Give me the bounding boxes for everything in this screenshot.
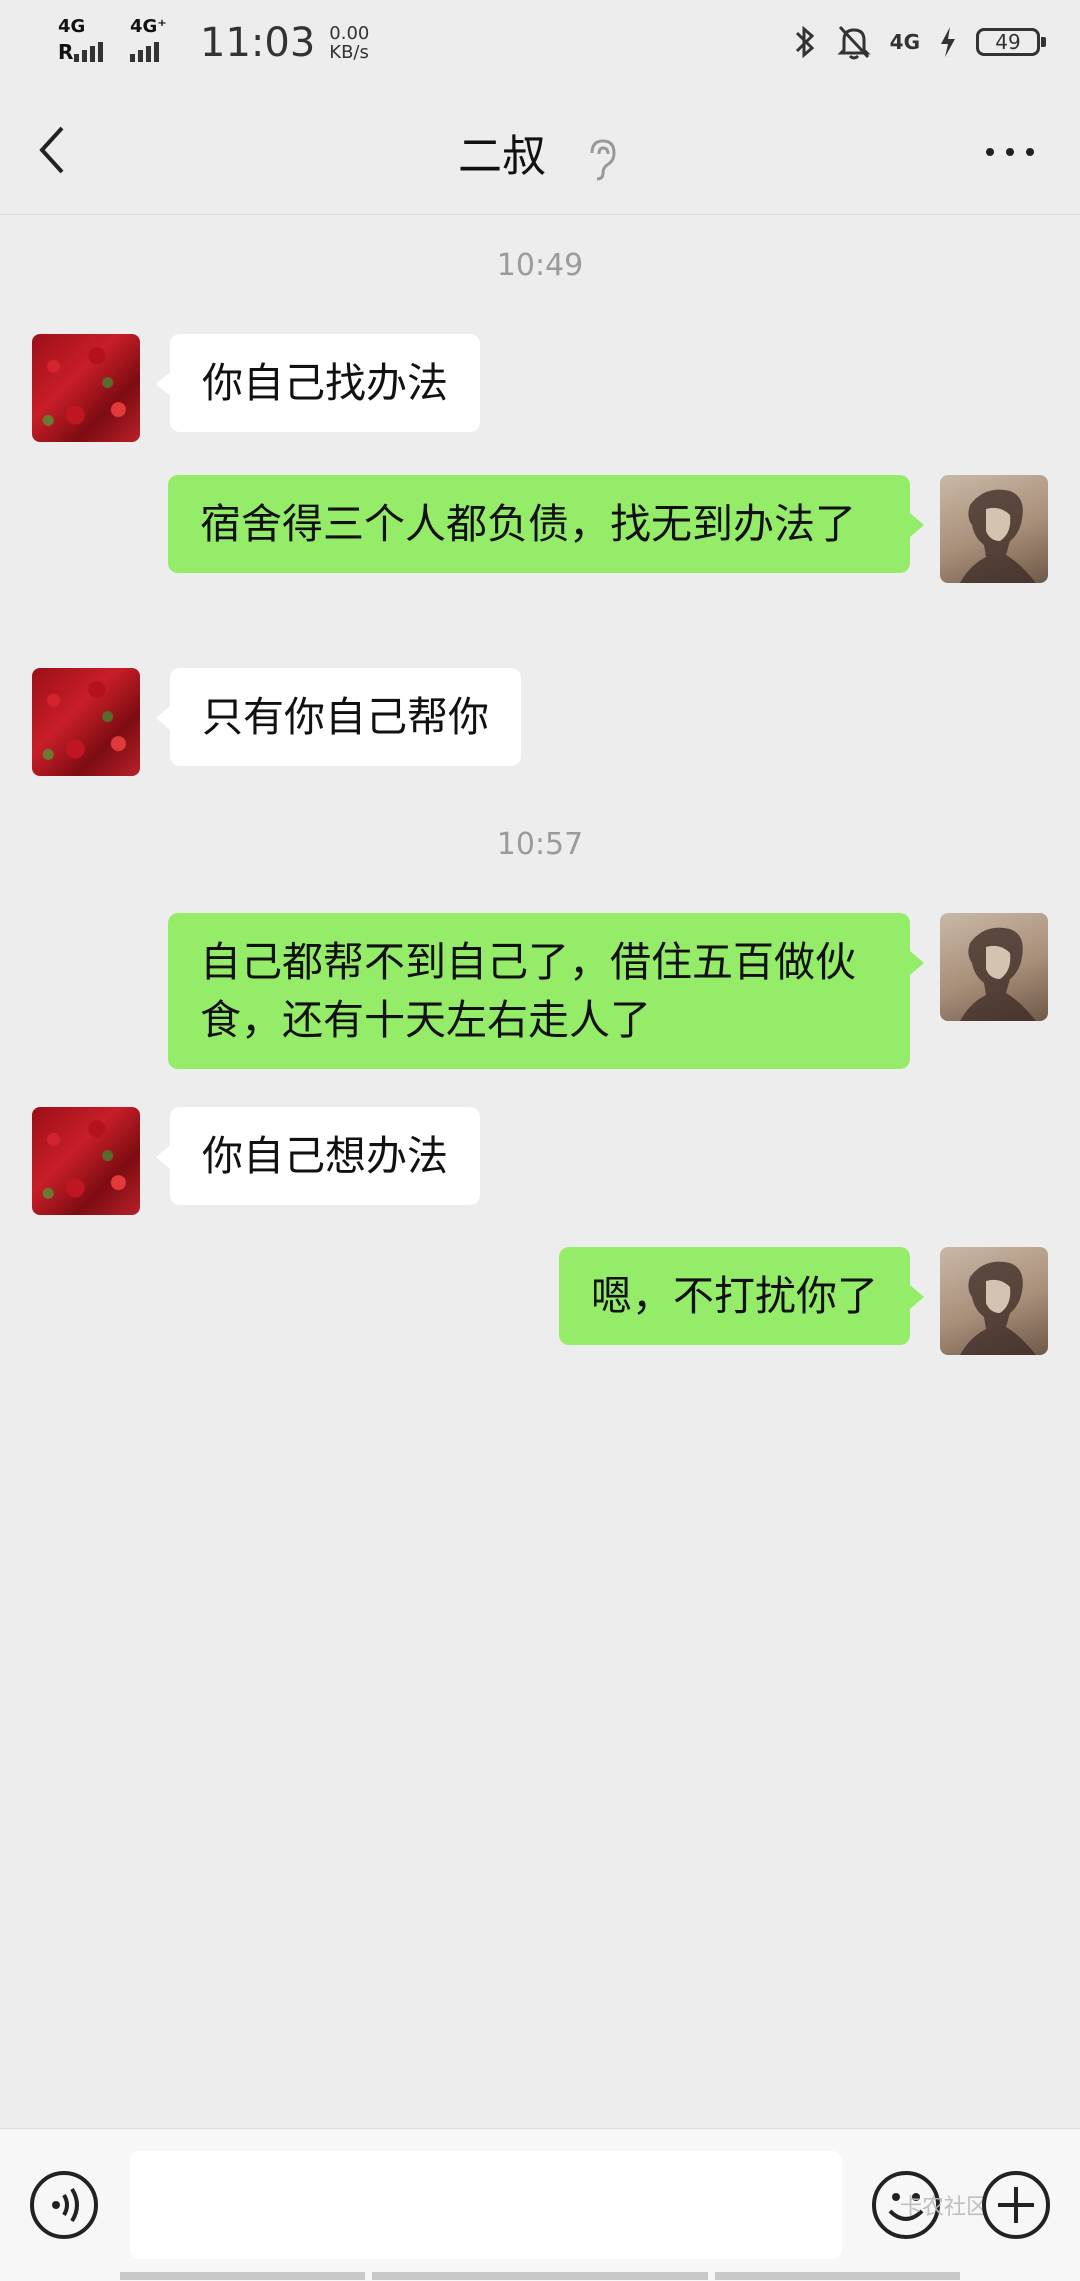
plus-more-icon[interactable] bbox=[980, 2169, 1052, 2241]
portrait-sketch-icon bbox=[960, 489, 1036, 583]
portrait-sketch-icon bbox=[960, 927, 1036, 1021]
status-time: 11:03 bbox=[200, 20, 316, 66]
contact-avatar[interactable] bbox=[32, 668, 140, 776]
timestamp: 10:57 bbox=[496, 827, 584, 862]
speed-unit: KB/s bbox=[329, 42, 369, 63]
status-left: 4G R 4G⁺ 11:03 0.00 KB/s bbox=[56, 18, 369, 68]
input-bar: 卡农社区 bbox=[0, 2128, 1080, 2281]
chat-header: 二叔 bbox=[0, 84, 1080, 215]
outgoing-message[interactable]: 自己都帮不到自己了，借住五百做伙食，还有十天左右走人了 bbox=[168, 913, 924, 1069]
user-avatar[interactable] bbox=[940, 1247, 1048, 1355]
roaming-indicator: R bbox=[58, 40, 74, 64]
mobile-data-label: 4G bbox=[889, 30, 920, 54]
timestamp: 10:49 bbox=[496, 248, 584, 283]
nav-bar-segment bbox=[120, 2272, 365, 2280]
mute-bell-icon bbox=[837, 25, 871, 60]
status-right: 4G 49 bbox=[792, 20, 1046, 64]
bluetooth-icon bbox=[795, 25, 814, 59]
incoming-message[interactable]: 你自己想办法 bbox=[156, 1107, 480, 1205]
signal-sim2-icon: 4G⁺ bbox=[128, 18, 186, 68]
chat-title-wrap: 二叔 bbox=[0, 120, 1080, 184]
user-avatar[interactable] bbox=[940, 913, 1048, 1021]
contact-avatar[interactable] bbox=[32, 334, 140, 442]
network-speed: 0.00 KB/s bbox=[329, 24, 369, 62]
portrait-sketch-icon bbox=[960, 1261, 1036, 1355]
voice-input-icon[interactable] bbox=[28, 2169, 100, 2241]
nav-bar-segment bbox=[715, 2272, 960, 2280]
speed-value: 0.00 bbox=[329, 23, 370, 44]
earpiece-mode-icon bbox=[590, 139, 616, 181]
nav-bar-segment bbox=[372, 2272, 708, 2280]
message-input[interactable] bbox=[130, 2151, 842, 2259]
more-options-icon[interactable] bbox=[980, 142, 1040, 162]
contact-avatar[interactable] bbox=[32, 1107, 140, 1215]
sim2-network-label: 4G⁺ bbox=[130, 16, 167, 37]
incoming-message[interactable]: 只有你自己帮你 bbox=[156, 668, 521, 766]
incoming-message[interactable]: 你自己找办法 bbox=[156, 334, 480, 432]
chat-title: 二叔 bbox=[458, 131, 546, 182]
status-bar: 4G R 4G⁺ 11:03 0.00 KB/s 4G 49 bbox=[0, 0, 1080, 84]
watermark: 卡农社区 bbox=[900, 2195, 989, 2220]
signal-sim1-icon: 4G R bbox=[56, 18, 114, 68]
outgoing-message[interactable]: 嗯，不打扰你了 bbox=[559, 1247, 924, 1345]
battery-level: 49 bbox=[976, 28, 1046, 56]
outgoing-message[interactable]: 宿舍得三个人都负债，找无到办法了 bbox=[168, 475, 924, 573]
user-avatar[interactable] bbox=[940, 475, 1048, 583]
charging-icon bbox=[941, 27, 955, 57]
sim1-network-label: 4G bbox=[58, 16, 86, 37]
